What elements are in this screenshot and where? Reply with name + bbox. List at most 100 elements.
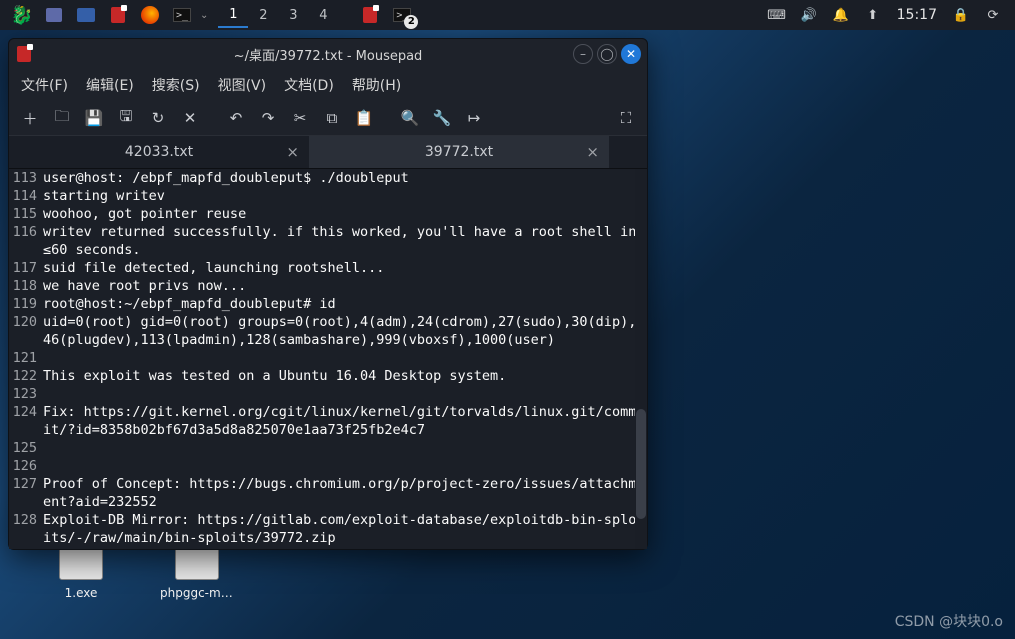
- new-file-icon[interactable]: ＋: [17, 105, 43, 131]
- editor-line[interactable]: 119root@host:~/ebpf_mapfd_doubleput# id: [9, 295, 647, 313]
- close-file-icon[interactable]: ✕: [177, 105, 203, 131]
- line-text[interactable]: woohoo, got pointer reuse: [43, 205, 647, 223]
- scrollbar[interactable]: [635, 169, 647, 549]
- line-text[interactable]: Fix: https://git.kernel.org/cgit/linux/k…: [43, 403, 647, 439]
- window-count-badge: 2: [404, 15, 418, 29]
- reload-icon[interactable]: ↻: [145, 105, 171, 131]
- workspace-3[interactable]: 3: [278, 2, 308, 28]
- tab-label: 42033.txt: [125, 144, 193, 160]
- lock-icon[interactable]: 🔒: [947, 3, 975, 27]
- tab-42033[interactable]: 42033.txt ×: [9, 136, 309, 168]
- power-icon[interactable]: ⟳: [979, 3, 1007, 27]
- tab-39772[interactable]: 39772.txt ×: [309, 136, 609, 168]
- tab-label: 39772.txt: [425, 144, 493, 160]
- menu-search[interactable]: 搜索(S): [152, 75, 200, 95]
- save-icon[interactable]: 💾: [81, 105, 107, 131]
- app-menu-button[interactable]: 🐉: [8, 3, 36, 27]
- line-text[interactable]: writev returned successfully. if this wo…: [43, 223, 647, 259]
- terminal-button[interactable]: >_: [168, 3, 196, 27]
- editor-line[interactable]: 122This exploit was tested on a Ubuntu 1…: [9, 367, 647, 385]
- menu-edit[interactable]: 编辑(E): [86, 75, 134, 95]
- line-number: 125: [9, 439, 43, 457]
- save-as-icon[interactable]: 🖫: [113, 105, 139, 131]
- workspace-1[interactable]: 1: [218, 2, 248, 28]
- editor-button[interactable]: [104, 3, 132, 27]
- line-text[interactable]: Exploit-DB Mirror: https://gitlab.com/ex…: [43, 511, 647, 547]
- mousepad-window: ~/桌面/39772.txt - Mousepad – ◯ ✕ 文件(F) 编辑…: [8, 38, 648, 550]
- line-number: 127: [9, 475, 43, 493]
- tab-close-icon[interactable]: ×: [286, 143, 299, 161]
- editor-line[interactable]: 120uid=0(root) gid=0(root) groups=0(root…: [9, 313, 647, 349]
- cut-icon[interactable]: ✂: [287, 105, 313, 131]
- editor-line[interactable]: 116writev returned successfully. if this…: [9, 223, 647, 259]
- clock[interactable]: 15:17: [897, 7, 937, 23]
- window-app-icon: [17, 46, 31, 62]
- editor-line[interactable]: 123: [9, 385, 647, 403]
- line-text[interactable]: starting writev: [43, 187, 647, 205]
- editor-line[interactable]: 124Fix: https://git.kernel.org/cgit/linu…: [9, 403, 647, 439]
- workspace-2[interactable]: 2: [248, 2, 278, 28]
- undo-icon[interactable]: ↶: [223, 105, 249, 131]
- watermark: CSDN @块块0.o: [895, 611, 1003, 631]
- updates-icon[interactable]: ⬆: [859, 3, 887, 27]
- open-file-icon[interactable]: 🗀: [49, 105, 75, 131]
- screenshot-button[interactable]: [40, 3, 68, 27]
- minimize-button[interactable]: –: [573, 44, 593, 64]
- menu-file[interactable]: 文件(F): [21, 75, 68, 95]
- line-text[interactable]: we have root privs now...: [43, 277, 647, 295]
- line-number: 121: [9, 349, 43, 367]
- line-number: 119: [9, 295, 43, 313]
- editor-line[interactable]: 125: [9, 439, 647, 457]
- editor-line[interactable]: 113user@host: /ebpf_mapfd_doubleput$ ./d…: [9, 169, 647, 187]
- scrollbar-thumb[interactable]: [636, 409, 646, 519]
- goto-line-icon[interactable]: ↦: [461, 105, 487, 131]
- line-number: 124: [9, 403, 43, 421]
- files-button[interactable]: [72, 3, 100, 27]
- menu-help[interactable]: 帮助(H): [352, 75, 401, 95]
- volume-icon[interactable]: 🔊: [795, 3, 823, 27]
- line-text[interactable]: Proof of Concept: https://bugs.chromium.…: [43, 475, 647, 511]
- desktop-icon-label: phpggc-ma…: [160, 586, 234, 600]
- paste-icon[interactable]: 📋: [351, 105, 377, 131]
- keyboard-icon[interactable]: ⌨: [763, 3, 791, 27]
- menu-view[interactable]: 视图(V): [218, 75, 267, 95]
- line-number: 114: [9, 187, 43, 205]
- find-replace-icon[interactable]: 🔧: [429, 105, 455, 131]
- editor-line[interactable]: 121: [9, 349, 647, 367]
- line-text[interactable]: root@host:~/ebpf_mapfd_doubleput# id: [43, 295, 647, 313]
- titlebar[interactable]: ~/桌面/39772.txt - Mousepad – ◯ ✕: [9, 39, 647, 69]
- editor-line[interactable]: 117suid file detected, launching rootshe…: [9, 259, 647, 277]
- task-terminal[interactable]: >_ 2: [388, 3, 416, 27]
- copy-icon[interactable]: ⧉: [319, 105, 345, 131]
- find-icon[interactable]: 🔍: [397, 105, 423, 131]
- close-button[interactable]: ✕: [621, 44, 641, 64]
- line-text[interactable]: user@host: /ebpf_mapfd_doubleput$ ./doub…: [43, 169, 647, 187]
- notifications-icon[interactable]: 🔔: [827, 3, 855, 27]
- editor-line[interactable]: 126: [9, 457, 647, 475]
- line-text[interactable]: suid file detected, launching rootshell.…: [43, 259, 647, 277]
- editor-line[interactable]: 114starting writev: [9, 187, 647, 205]
- menubar: 文件(F) 编辑(E) 搜索(S) 视图(V) 文档(D) 帮助(H): [9, 69, 647, 101]
- task-mousepad[interactable]: [356, 3, 384, 27]
- tabbar: 42033.txt × 39772.txt ×: [9, 136, 647, 169]
- terminal-dropdown-icon[interactable]: ⌄: [200, 10, 208, 21]
- editor-line[interactable]: 115woohoo, got pointer reuse: [9, 205, 647, 223]
- line-number: 116: [9, 223, 43, 241]
- workspace-4[interactable]: 4: [308, 2, 338, 28]
- line-number: 128: [9, 511, 43, 529]
- line-text[interactable]: This exploit was tested on a Ubuntu 16.0…: [43, 367, 647, 385]
- fullscreen-icon[interactable]: ⛶: [613, 105, 639, 131]
- editor-line[interactable]: 127Proof of Concept: https://bugs.chromi…: [9, 475, 647, 511]
- line-number: 126: [9, 457, 43, 475]
- tab-close-icon[interactable]: ×: [586, 143, 599, 161]
- line-number: 123: [9, 385, 43, 403]
- line-text[interactable]: uid=0(root) gid=0(root) groups=0(root),4…: [43, 313, 647, 349]
- redo-icon[interactable]: ↷: [255, 105, 281, 131]
- line-number: 117: [9, 259, 43, 277]
- editor-line[interactable]: 128Exploit-DB Mirror: https://gitlab.com…: [9, 511, 647, 547]
- editor[interactable]: 113user@host: /ebpf_mapfd_doubleput$ ./d…: [9, 169, 647, 549]
- firefox-button[interactable]: [136, 3, 164, 27]
- editor-line[interactable]: 118we have root privs now...: [9, 277, 647, 295]
- maximize-button[interactable]: ◯: [597, 44, 617, 64]
- menu-document[interactable]: 文档(D): [284, 75, 334, 95]
